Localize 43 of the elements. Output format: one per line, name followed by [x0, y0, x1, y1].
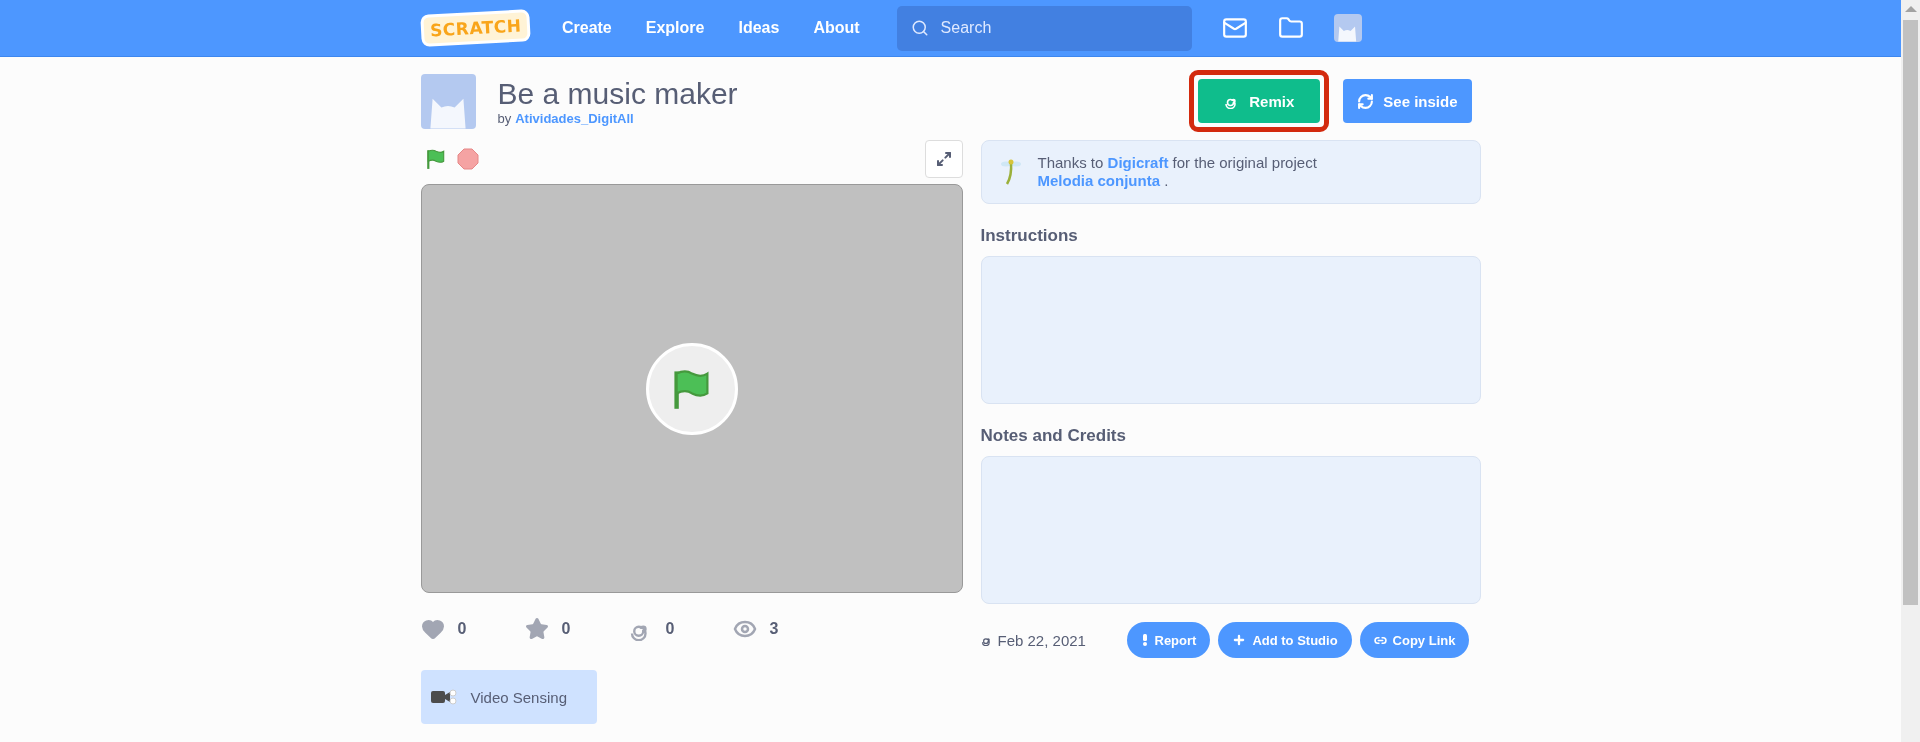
nav-link[interactable]: About	[796, 19, 877, 37]
stop-icon[interactable]	[456, 148, 479, 170]
video-camera-icon	[430, 688, 457, 706]
remix-button[interactable]: Remix	[1198, 79, 1321, 123]
nav-link[interactable]: Ideas	[721, 19, 797, 37]
search-icon	[910, 19, 929, 37]
exclamation-icon	[1140, 634, 1149, 646]
scrollbar-thumb[interactable]	[1903, 20, 1918, 605]
expand-icon	[935, 151, 952, 167]
extension-label: Video Sensing	[470, 688, 567, 706]
favorite-icon[interactable]	[524, 617, 549, 641]
scroll-up-arrow[interactable]	[1904, 6, 1917, 12]
credit-link[interactable]: Melodia conjunta	[1037, 172, 1160, 189]
love-icon[interactable]	[420, 617, 445, 641]
stat-count: 0	[561, 620, 571, 638]
search-field[interactable]: Search	[896, 5, 1192, 51]
user-avatar[interactable]	[1333, 14, 1362, 42]
share-date: Feb 22, 2021	[997, 631, 1086, 649]
section-heading: Instructions	[980, 226, 1079, 246]
stat-count: 0	[665, 620, 675, 638]
link-button[interactable]: Copy Link	[1359, 622, 1470, 658]
project-title: Be a music maker	[497, 76, 738, 111]
plus-icon	[1232, 633, 1247, 647]
section-heading: Notes and Credits	[980, 426, 1127, 446]
dragonfly-icon	[999, 158, 1022, 186]
mail-icon[interactable]	[1221, 15, 1248, 41]
report-button[interactable]: Report	[1126, 622, 1211, 658]
flag-icon[interactable]	[424, 148, 447, 170]
credit-link[interactable]: Digicraft	[1107, 154, 1169, 171]
stat-count: 3	[769, 620, 779, 638]
by-label: by	[497, 110, 512, 126]
scratch-logo[interactable]: SCRATCH	[419, 9, 531, 47]
author-link[interactable]: Atividades_DigitAll	[515, 110, 634, 126]
credit-text: Thanks to Digicraft for the original project Melodia conjunta .	[1037, 154, 1318, 190]
project-avatar	[420, 73, 476, 129]
stat-count: 0	[457, 620, 467, 638]
arrows-cycle-icon	[1357, 92, 1375, 110]
studio-button[interactable]: Add to Studio	[1218, 622, 1352, 658]
nav-link[interactable]: Create	[544, 19, 629, 37]
see-inside-button[interactable]: See inside	[1343, 79, 1472, 123]
nav-link[interactable]: Explore	[628, 19, 722, 37]
fullscreen-button[interactable]	[924, 140, 963, 178]
folder-icon[interactable]	[1277, 15, 1304, 41]
